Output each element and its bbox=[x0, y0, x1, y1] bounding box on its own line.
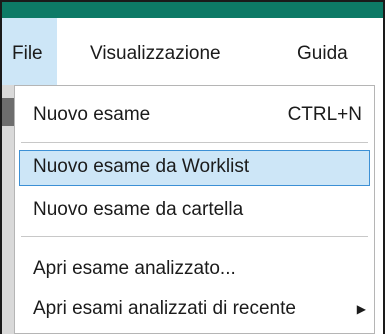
menu-visualizzazione[interactable]: Visualizzazione bbox=[90, 18, 221, 85]
menu-bar: File Visualizzazione Guida bbox=[2, 18, 383, 85]
file-dropdown-menu: Nuovo esame CTRL+N Nuovo esame da Workli… bbox=[14, 85, 375, 334]
menu-item-label: Apri esami analizzati di recente bbox=[33, 298, 296, 319]
menu-item-nuovo-esame-da-cartella[interactable]: Nuovo esame da cartella bbox=[19, 193, 370, 229]
menu-separator bbox=[21, 142, 368, 143]
menu-item-apri-esami-recenti[interactable]: Apri esami analizzati di recente ▶ bbox=[19, 292, 370, 328]
window-border-top bbox=[0, 0, 385, 2]
menu-separator bbox=[21, 236, 368, 237]
menu-item-label: Nuovo esame bbox=[33, 104, 151, 125]
title-bar bbox=[2, 2, 383, 18]
shortcut-label: CTRL+N bbox=[287, 104, 362, 125]
menu-item-apri-esame-analizzato[interactable]: Apri esame analizzato... bbox=[19, 252, 370, 288]
menu-item-label: Nuovo esame da cartella bbox=[33, 199, 244, 220]
background-window-control bbox=[2, 98, 14, 126]
menu-item-label: Nuovo esame da Worklist bbox=[33, 156, 250, 177]
window-border-left bbox=[0, 0, 2, 334]
menu-item-nuovo-esame[interactable]: Nuovo esame CTRL+N bbox=[19, 98, 370, 134]
app-window: File Visualizzazione Guida Nuovo esame C… bbox=[0, 0, 385, 334]
menu-guida[interactable]: Guida bbox=[297, 18, 348, 85]
menu-file[interactable]: File bbox=[2, 18, 57, 85]
triangle-right-icon: ▶ bbox=[356, 302, 366, 316]
menu-item-nuovo-esame-da-worklist[interactable]: Nuovo esame da Worklist bbox=[19, 150, 370, 186]
menu-item-label: Apri esame analizzato... bbox=[33, 258, 236, 279]
